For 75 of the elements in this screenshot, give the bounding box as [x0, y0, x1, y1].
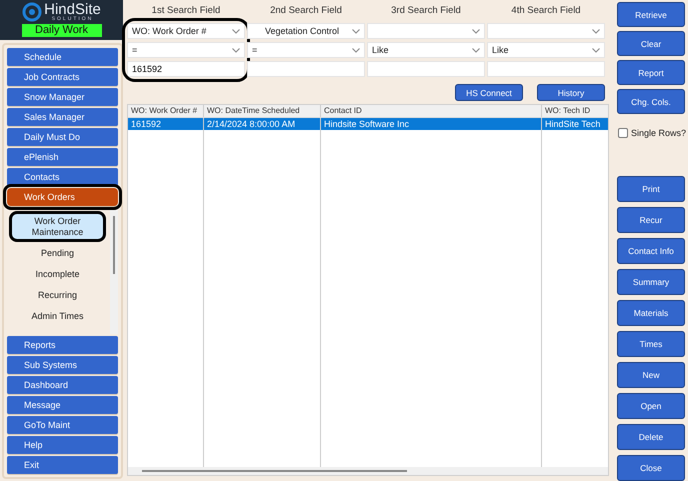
submenu-item[interactable]: Work Order Maintenance	[9, 211, 106, 242]
action-button[interactable]: Contact Info	[617, 238, 685, 264]
search-field-label: 2nd Search Field	[269, 4, 343, 14]
action-button[interactable]: Open	[617, 393, 685, 419]
action-button[interactable]: Delete	[617, 424, 685, 450]
field-dropdown[interactable]: Vegetation Control	[247, 23, 365, 39]
sidebar-item[interactable]: Sales Manager	[7, 108, 118, 126]
chevron-icon	[472, 48, 480, 52]
module-label: Daily Work	[22, 24, 102, 37]
sidebar-item[interactable]: Work Orders	[7, 188, 118, 206]
operator-dropdown[interactable]: Like	[367, 42, 485, 58]
table-cell: Hindsite Software Inc	[321, 118, 542, 130]
sidebar-item[interactable]: ePlenish	[7, 148, 118, 166]
action-button[interactable]: Materials	[617, 300, 685, 326]
sidebar-item[interactable]: Message	[7, 396, 118, 414]
field-dropdown[interactable]	[487, 23, 605, 39]
chevron-icon	[592, 28, 600, 34]
value-input[interactable]	[247, 61, 365, 77]
sidebar-item[interactable]: Contacts	[7, 168, 118, 186]
sidebar-item[interactable]: Job Contracts	[7, 68, 118, 86]
column-header[interactable]: WO: Tech ID	[542, 105, 606, 117]
submenu-item[interactable]: Pending	[9, 243, 106, 263]
sidebar-item[interactable]: Help	[7, 436, 118, 454]
field-dropdown[interactable]	[367, 23, 485, 39]
eye-logo-icon	[22, 2, 42, 22]
sidebar-item[interactable]: Dashboard	[7, 376, 118, 394]
field-dropdown[interactable]: WO: Work Order #	[127, 23, 245, 39]
action-button[interactable]: Print	[617, 176, 685, 202]
scrollbar[interactable]	[110, 210, 118, 334]
value-input[interactable]: 161592	[127, 61, 245, 77]
action-button[interactable]: Summary	[617, 269, 685, 295]
action-button[interactable]: Chg. Cols.	[617, 89, 685, 114]
action-button[interactable]: HS Connect	[455, 84, 523, 101]
action-button[interactable]: Report	[617, 60, 685, 85]
chevron-icon	[472, 28, 480, 34]
search-field-label: 4th Search Field	[510, 4, 582, 14]
operator-dropdown[interactable]: Like	[487, 42, 605, 58]
sidebar-item[interactable]: Reports	[7, 336, 118, 354]
column-header[interactable]: Contact ID	[321, 105, 542, 117]
value-input[interactable]	[487, 61, 605, 77]
action-button[interactable]: Recur	[617, 207, 685, 233]
action-button[interactable]: Clear	[617, 31, 685, 56]
action-button[interactable]: Times	[617, 331, 685, 357]
value-input[interactable]	[367, 61, 485, 77]
operator-dropdown[interactable]: =	[247, 42, 365, 58]
search-field-label: 3rd Search Field	[390, 4, 462, 14]
table-cell-text: HindSite Tech	[544, 118, 602, 130]
search-field-label: 1st Search Field	[150, 4, 222, 14]
sidebar-item[interactable]: Sub Systems	[7, 356, 118, 374]
action-button[interactable]: New	[617, 362, 685, 388]
chevron-icon	[352, 28, 360, 34]
action-button[interactable]: Close	[617, 455, 685, 481]
column-header[interactable]: WO: Work Order #	[128, 105, 204, 117]
chevron-icon	[232, 28, 240, 34]
submenu-item[interactable]: Recurring	[9, 285, 106, 305]
scrollbar[interactable]	[128, 467, 608, 475]
action-button[interactable]: History	[537, 84, 605, 101]
submenu-item[interactable]: Incomplete	[9, 264, 106, 284]
sidebar-item[interactable]: Schedule	[7, 48, 118, 66]
table-row[interactable]: 161592 2/14/2024 8:00:00 AM Hindsite Software Inc HindSite Tech	[128, 118, 608, 130]
sidebar-item[interactable]: Snow Manager	[7, 88, 118, 106]
chevron-icon	[592, 48, 600, 52]
operator-dropdown[interactable]: =	[127, 42, 245, 58]
table-cell: 161592	[128, 118, 204, 130]
table-cell: 2/14/2024 8:00:00 AM	[204, 118, 321, 130]
column-header[interactable]: WO: DateTime Scheduled	[204, 105, 321, 117]
submenu-item[interactable]: Admin Times	[9, 306, 106, 326]
logo-name: HindSite	[44, 2, 101, 17]
action-button[interactable]: Retrieve	[617, 2, 685, 27]
sidebar-item[interactable]: Exit	[7, 456, 118, 474]
chevron-icon	[352, 48, 360, 52]
single-rows-checkbox[interactable]: Single Rows?	[618, 128, 687, 138]
chevron-icon	[232, 48, 240, 52]
sidebar-item[interactable]: GoTo Maint	[7, 416, 118, 434]
sidebar-item[interactable]: Daily Must Do	[7, 128, 118, 146]
